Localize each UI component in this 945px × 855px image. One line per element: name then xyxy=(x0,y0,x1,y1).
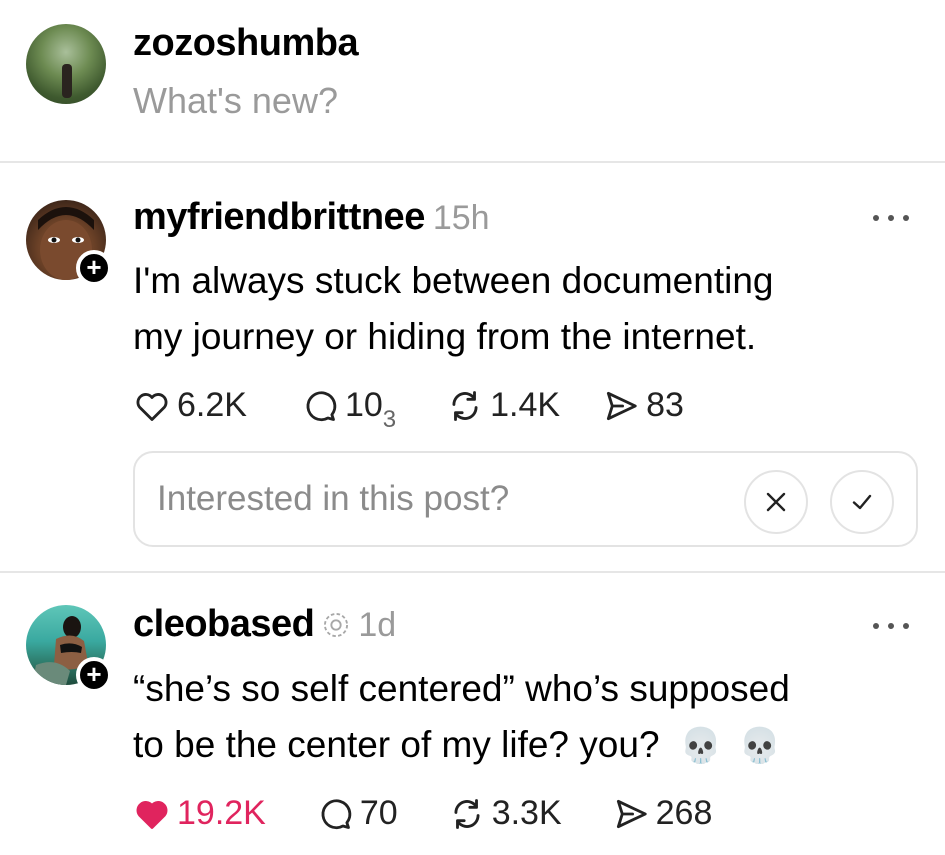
threads-badge-icon xyxy=(324,612,349,638)
divider xyxy=(0,571,945,573)
follow-plus-icon[interactable]: + xyxy=(76,657,112,693)
share-button[interactable]: 83 xyxy=(602,386,684,425)
interested-button[interactable] xyxy=(830,470,894,534)
composer[interactable]: zozoshumba What's new? xyxy=(0,0,945,162)
post-text-line-2: to be the center of my life? you? 💀 💀 xyxy=(133,717,903,774)
heart-icon xyxy=(136,800,168,829)
not-interested-button[interactable] xyxy=(744,470,808,534)
post-text: I'm always stuck between documenting my … xyxy=(133,253,903,365)
check-icon xyxy=(852,494,872,510)
share-count: 268 xyxy=(655,794,713,832)
comment-icon xyxy=(306,390,337,421)
repost-button[interactable]: 3.3K xyxy=(448,794,562,833)
share-button[interactable]: 268 xyxy=(612,794,713,833)
divider xyxy=(0,161,945,163)
composer-input[interactable]: What's new? xyxy=(133,80,338,122)
more-icon[interactable] xyxy=(873,620,909,632)
post-author[interactable]: myfriendbrittnee xyxy=(133,196,425,239)
like-button[interactable]: 6.2K xyxy=(133,386,247,425)
post-time: 15h xyxy=(432,199,490,237)
repost-icon xyxy=(452,390,478,421)
like-button[interactable]: 19.2K xyxy=(133,794,266,833)
reply-button[interactable]: 70 xyxy=(316,794,398,833)
share-count: 83 xyxy=(646,386,684,424)
repost-count: 3.3K xyxy=(491,794,562,832)
share-icon xyxy=(616,799,647,828)
reply-button[interactable]: 10 3 xyxy=(301,386,396,433)
reply-count-subscript: 3 xyxy=(382,405,397,433)
comment-icon xyxy=(321,798,352,829)
post-text-line: “she’s so self centered” who’s supposed xyxy=(133,668,790,709)
composer-username: zozoshumba xyxy=(133,22,359,64)
follow-plus-icon[interactable]: + xyxy=(76,250,112,286)
post-header: myfriendbrittnee 15h xyxy=(133,196,490,239)
reply-count: 70 xyxy=(359,794,398,832)
post-header: cleobased 1d xyxy=(133,603,396,646)
threads-feed: zozoshumba What's new? + myfriendbrittne… xyxy=(0,0,945,855)
avatar[interactable] xyxy=(26,24,106,104)
skull-emoji: 💀 xyxy=(679,727,723,765)
post-text-line: my journey or hiding from the internet. xyxy=(133,316,757,357)
interest-prompt: Interested in this post? xyxy=(157,479,510,518)
post-text-line: I'm always stuck between documenting xyxy=(133,260,774,301)
post-text-line: to be the center of my life? you? xyxy=(133,724,660,765)
repost-icon xyxy=(454,798,480,829)
reply-count: 10 xyxy=(344,386,383,424)
close-icon xyxy=(766,492,786,512)
like-count: 19.2K xyxy=(177,794,266,832)
post-author[interactable]: cleobased xyxy=(133,603,315,646)
post-text: “she’s so self centered” who’s supposed … xyxy=(133,661,903,774)
repost-count: 1.4K xyxy=(490,386,561,424)
post-actions: 6.2K 10 3 1.4K 83 xyxy=(133,386,684,433)
more-icon[interactable] xyxy=(873,212,909,224)
repost-button[interactable]: 1.4K xyxy=(446,386,560,425)
skull-emoji: 💀 xyxy=(738,727,781,765)
heart-icon xyxy=(136,392,168,421)
post-actions: 19.2K 70 3.3K 268 xyxy=(133,794,712,833)
like-count: 6.2K xyxy=(177,386,247,424)
post-time: 1d xyxy=(358,606,397,644)
interest-card: Interested in this post? xyxy=(133,451,918,547)
share-icon xyxy=(607,391,637,420)
